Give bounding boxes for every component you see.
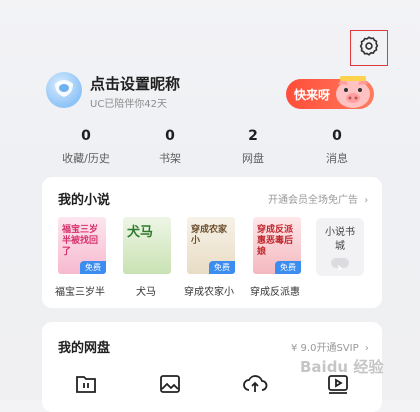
stat-messages[interactable]: 0 消息	[297, 128, 377, 166]
gear-icon	[358, 35, 380, 61]
free-badge: 免费	[275, 261, 301, 274]
stat-favorites-history[interactable]: 0 收藏/历史	[46, 128, 126, 166]
pig-mascot-icon	[330, 72, 376, 116]
folder-icon[interactable]	[74, 372, 98, 396]
book-title[interactable]: 犬马	[136, 283, 166, 298]
cover-title: 穿成反派惠恶毒后娘	[257, 225, 294, 257]
cover-title: 犬马	[127, 225, 154, 240]
stat-label: 网盘	[242, 152, 264, 165]
promo-label: 快来呀	[294, 88, 331, 102]
free-badge: 免费	[80, 261, 106, 274]
cover-title: 穿成农家小	[191, 225, 228, 246]
nickname[interactable]: 点击设置昵称	[90, 73, 180, 94]
chevron-right-icon: ›	[364, 343, 369, 354]
stat-bookshelf[interactable]: 0 书架	[130, 128, 210, 166]
cover-title: 福宝三岁半被找回了	[62, 225, 99, 257]
settings-button[interactable]	[350, 30, 388, 66]
vip-no-ads-label: 开通会员全场免广告	[268, 195, 358, 206]
stat-label: 收藏/历史	[62, 152, 110, 165]
stat-count: 0	[332, 128, 342, 144]
book-cover[interactable]: 犬马	[123, 217, 171, 274]
book-cover[interactable]: 穿成反派惠恶毒后娘 免费	[253, 217, 301, 274]
avatar[interactable]	[46, 72, 82, 108]
stat-netdisk[interactable]: 2 网盘	[213, 128, 293, 166]
book-title[interactable]: 穿成农家小	[184, 283, 238, 298]
chevron-right-icon: ›	[364, 195, 369, 206]
book-cover[interactable]: 福宝三岁半被找回了 免费	[58, 217, 106, 274]
image-icon[interactable]	[158, 372, 182, 396]
book-title[interactable]: 福宝三岁半	[55, 283, 109, 298]
upload-cloud-icon[interactable]	[242, 372, 268, 396]
stat-count: 2	[248, 128, 258, 144]
vip-no-ads-link[interactable]: 开通会员全场免广告 ›	[268, 191, 368, 206]
my-netdisk-title: 我的网盘	[58, 341, 111, 356]
stat-count: 0	[81, 128, 91, 144]
my-novels-title: 我的小说	[58, 193, 111, 208]
stat-label: 消息	[326, 152, 348, 165]
stat-label: 书架	[159, 152, 181, 165]
stat-count: 0	[165, 128, 175, 144]
days-with-uc: UC已陪伴你42天	[90, 99, 168, 110]
svip-link[interactable]: ¥ 9.0开通SVIP ›	[291, 339, 369, 354]
baidu-watermark: Baidu 经验	[300, 358, 384, 376]
novel-mall-label: 小说书城	[325, 227, 355, 252]
free-badge: 免费	[209, 261, 235, 274]
arrow-right-icon	[331, 258, 349, 271]
book-title[interactable]: 穿成反派惠	[250, 283, 304, 298]
book-cover[interactable]: 穿成农家小 免费	[187, 217, 235, 274]
svip-label: ¥ 9.0开通SVIP	[291, 343, 359, 354]
